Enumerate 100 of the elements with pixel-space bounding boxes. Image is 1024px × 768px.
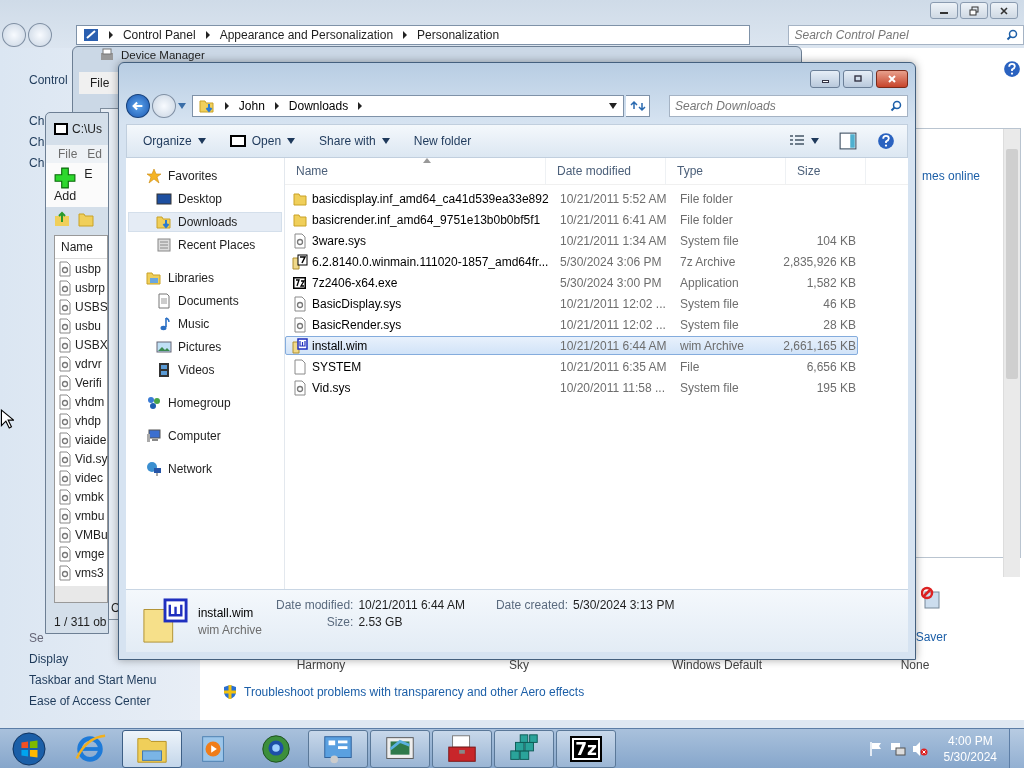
search-field[interactable]: Search Downloads [668, 95, 908, 117]
toolbar-button[interactable]: Organize [135, 130, 214, 152]
nav-item[interactable]: Desktop [128, 189, 282, 209]
scrollbar[interactable] [55, 586, 107, 602]
nav-item[interactable]: Recent Places [128, 235, 282, 255]
get-more-themes-link[interactable]: mes online [922, 169, 981, 183]
minimize-icon [821, 80, 829, 83]
menu-item[interactable]: Ed [87, 147, 103, 161]
sidebar-link[interactable]: Control [29, 73, 68, 87]
address-bar[interactable]: Control Panel Appearance and Personalization Personalization [75, 25, 751, 45]
gear-document-icon [57, 279, 73, 296]
column-header[interactable]: Name [55, 236, 107, 259]
file-row[interactable]: basicdisplay.inf_amd64_ca41d539ea33e892 10/21/2011 5:52 AM File folder [285, 189, 858, 208]
breadcrumb-item[interactable]: Downloads [288, 99, 349, 113]
folder-up-icon[interactable] [54, 211, 70, 227]
file-name[interactable]: vhdp [75, 413, 102, 428]
dropdown-arrow-icon[interactable] [609, 103, 618, 109]
refresh-button[interactable] [626, 95, 650, 117]
file-row[interactable]: BasicRender.sys 10/21/2011 12:02 ... System file 28 KB [285, 315, 858, 334]
minimize-button[interactable] [930, 2, 958, 19]
minimize-button[interactable] [810, 70, 840, 88]
file-name[interactable]: USBS [75, 299, 108, 314]
taskbar-button[interactable] [308, 729, 368, 768]
recent-pages-dropdown-icon[interactable] [177, 103, 186, 109]
file-name[interactable]: vmbk [75, 489, 104, 504]
file-name[interactable]: vms3 [75, 565, 104, 580]
file-name[interactable]: vmbu [75, 508, 105, 523]
file-row[interactable]: BasicDisplay.sys 10/21/2011 12:02 ... System file 46 KB [285, 294, 858, 313]
file-row[interactable]: 6.2.8140.0.winmain.111020-1857_amd64fr... 5/30/2024 3:06 PM 7z Archive 2,835,926 KB [285, 252, 858, 271]
sidebar-link[interactable]: Ch [29, 135, 45, 149]
sidebar-link[interactable]: Display [29, 652, 69, 666]
file-name[interactable]: videc [75, 470, 103, 485]
forward-button[interactable] [27, 23, 52, 47]
taskbar-button[interactable] [494, 729, 554, 768]
nav-item[interactable]: Downloads [128, 212, 282, 232]
nav-item[interactable]: Network [128, 459, 282, 479]
speaker-muted-icon[interactable] [911, 740, 928, 757]
file-name[interactable]: Verifi [75, 375, 102, 390]
file-name[interactable]: usbp [75, 261, 102, 276]
column-header[interactable]: Type [666, 158, 786, 184]
file-name[interactable]: USBX [75, 337, 108, 352]
restore-button[interactable] [960, 2, 988, 19]
nav-item[interactable]: Videos [128, 360, 282, 380]
property-label: Size: [325, 615, 354, 629]
menu-item[interactable]: File [58, 147, 78, 161]
file-row[interactable]: SYSTEM 10/21/2011 6:35 AM File 6,656 KB [285, 357, 858, 376]
sort-arrow-icon [423, 158, 431, 163]
column-header[interactable]: Date modified [546, 158, 666, 184]
close-button[interactable] [876, 70, 908, 88]
toolbar-button[interactable]: New folder [405, 130, 480, 152]
address-bar[interactable]: John Downloads [191, 95, 625, 117]
sidebar-link[interactable]: Ch [29, 156, 45, 170]
screen-saver-icon[interactable] [921, 586, 942, 610]
toolbar-button[interactable]: Open [221, 130, 304, 152]
sidebar-link[interactable]: Ease of Access Center [29, 694, 151, 708]
file-row[interactable]: basicrender.inf_amd64_9751e13b0b0bf5f1 10/21/2011 6:41 AM File folder [285, 210, 858, 229]
nav-item[interactable]: Libraries [128, 268, 282, 288]
file-name[interactable]: vdrvr [75, 356, 102, 371]
file-name[interactable]: vhdm [75, 394, 105, 409]
nav-item[interactable]: Computer [128, 426, 282, 446]
nav-item[interactable]: Homegroup [128, 393, 282, 413]
file-name[interactable]: viaide [75, 432, 107, 447]
file-row[interactable]: install.wim 10/21/2011 6:44 AM wim Archive 2,661,165 KB [285, 336, 858, 355]
nav-item[interactable]: Music [128, 314, 282, 334]
menu-item[interactable]: File [90, 76, 110, 90]
search-field[interactable]: Search Control Panel [788, 25, 1024, 45]
help-icon[interactable] [1003, 60, 1021, 78]
toolbar-button[interactable]: Add [54, 167, 77, 203]
taskbar-button[interactable]: 7z [556, 729, 616, 768]
breadcrumb-item[interactable]: Personalization [417, 28, 500, 42]
taskbar-button[interactable] [370, 729, 430, 768]
maximize-button[interactable] [843, 70, 873, 88]
show-desktop-button[interactable] [1009, 729, 1024, 768]
nav-item[interactable]: Pictures [128, 337, 282, 357]
file-name[interactable]: vmge [75, 546, 105, 561]
back-button[interactable] [126, 94, 150, 118]
taskbar-button[interactable] [432, 729, 492, 768]
sidebar-link[interactable]: Taskbar and Start Menu [29, 673, 157, 687]
screen-saver-link[interactable]: Saver [915, 630, 947, 644]
toolbar-button[interactable]: E [84, 167, 93, 203]
file-row[interactable]: 3ware.sys 10/21/2011 1:34 AM System file 104 KB [285, 231, 858, 250]
troubleshoot-link[interactable]: Troubleshoot problems with transparency and other Aero effects [244, 685, 585, 699]
sidebar-link[interactable]: Ch [29, 114, 45, 128]
network-icon[interactable] [889, 740, 906, 757]
breadcrumb-item[interactable]: John [238, 99, 265, 113]
scrollbar[interactable] [1003, 129, 1020, 577]
file-name[interactable]: usbrp [75, 280, 106, 295]
breadcrumb-item[interactable]: Appearance and Personalization [219, 28, 394, 42]
file-row[interactable]: Vid.sys 10/20/2011 11:58 ... System file 195 KB [285, 378, 858, 397]
breadcrumb-item[interactable]: Control Panel [122, 28, 196, 42]
toolbar-button[interactable]: Share with [311, 130, 398, 152]
taskbar-button[interactable] [122, 729, 182, 768]
file-name[interactable]: Vid.sy [75, 451, 108, 466]
file-name[interactable]: VMBu [75, 527, 108, 542]
file-name[interactable]: usbu [75, 318, 102, 333]
close-button[interactable] [990, 2, 1018, 19]
column-header[interactable]: Size [786, 158, 866, 184]
file-row[interactable]: 7z2406-x64.exe 5/30/2024 3:00 PM Application 1,582 KB [285, 273, 858, 292]
nav-item[interactable]: Favorites [128, 166, 282, 186]
nav-item[interactable]: Documents [128, 291, 282, 311]
